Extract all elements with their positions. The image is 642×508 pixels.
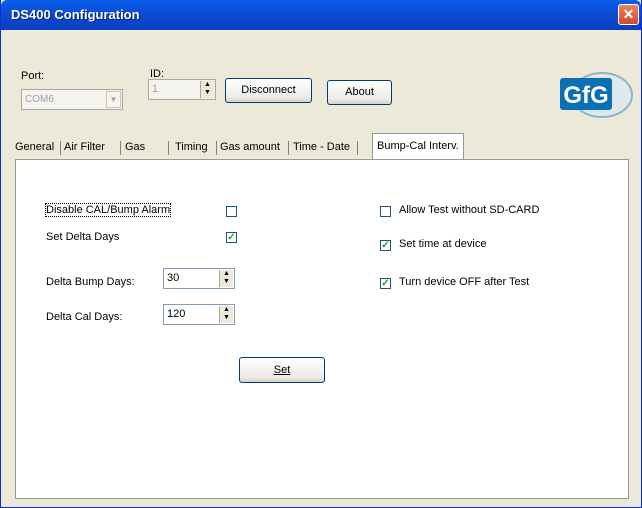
set-delta-days-checkbox[interactable]: ✓ — [226, 232, 237, 243]
disconnect-button[interactable]: Disconnect — [225, 78, 312, 103]
bump-cal-panel: Disable CAL/Bump Alarm Set Delta Days ✓ … — [15, 159, 629, 499]
spin-arrows-icon[interactable]: ▲ ▼ — [200, 81, 214, 98]
set-delta-days-label: Set Delta Days — [46, 231, 120, 243]
delta-bump-value: 30 — [167, 272, 180, 284]
chevron-down-icon[interactable]: ▼ — [106, 91, 121, 108]
tab-separator — [60, 141, 61, 155]
tab-separator — [216, 141, 217, 155]
delta-cal-spinner[interactable]: 120 ▲ ▼ — [163, 304, 235, 325]
tab-gas-amount[interactable]: Gas amount — [220, 136, 280, 158]
delta-cal-label: Delta Cal Days: — [46, 311, 123, 323]
tab-gas[interactable]: Gas — [125, 136, 145, 158]
port-combobox[interactable]: COM6 ▼ — [21, 89, 123, 110]
about-button[interactable]: About — [327, 80, 392, 105]
turn-off-checkbox[interactable]: ✓ — [380, 278, 391, 289]
allow-test-label: Allow Test without SD-CARD — [399, 204, 540, 216]
port-value: COM6 — [25, 94, 54, 105]
disable-alarm-checkbox[interactable] — [226, 206, 237, 217]
window-title: DS400 Configuration — [11, 7, 140, 22]
disable-alarm-label: Disable CAL/Bump Alarm — [44, 203, 172, 217]
title-bar[interactable]: DS400 Configuration ✕ — [1, 0, 641, 30]
delta-bump-label: Delta Bump Days: — [46, 276, 135, 288]
id-value: 1 — [152, 83, 159, 95]
delta-cal-value: 120 — [167, 308, 186, 320]
tab-separator — [168, 141, 169, 155]
turn-off-label: Turn device OFF after Test — [399, 276, 530, 288]
set-time-label: Set time at device — [399, 238, 487, 250]
app-window: DS400 Configuration ✕ Port: COM6 ▼ ID: 1… — [0, 0, 642, 508]
tab-strip: General Air Filter Gas Timing Gas amount… — [15, 133, 629, 160]
tab-separator — [357, 141, 358, 155]
spin-arrows-icon[interactable]: ▲ ▼ — [219, 270, 233, 287]
delta-bump-spinner[interactable]: 30 ▲ ▼ — [163, 268, 235, 289]
set-button[interactable]: Set — [239, 357, 325, 383]
gfg-logo: GfG — [556, 70, 634, 120]
set-time-checkbox[interactable]: ✓ — [380, 240, 391, 251]
tab-air-filter[interactable]: Air Filter — [64, 136, 105, 158]
tab-separator — [120, 141, 121, 155]
logo-text: GfG — [563, 82, 608, 109]
spin-arrows-icon[interactable]: ▲ ▼ — [219, 306, 233, 323]
id-spinner[interactable]: 1 ▲ ▼ — [148, 79, 216, 100]
allow-test-checkbox[interactable] — [380, 206, 391, 217]
port-label: Port: — [21, 70, 45, 82]
tab-bump-cal-interv[interactable]: Bump-Cal Interv. — [372, 133, 464, 159]
tab-general[interactable]: General — [15, 136, 54, 158]
tab-time-date[interactable]: Time - Date — [293, 136, 350, 158]
tab-timing[interactable]: Timing — [175, 136, 208, 158]
tab-separator — [288, 141, 289, 155]
close-button[interactable]: ✕ — [618, 4, 639, 25]
